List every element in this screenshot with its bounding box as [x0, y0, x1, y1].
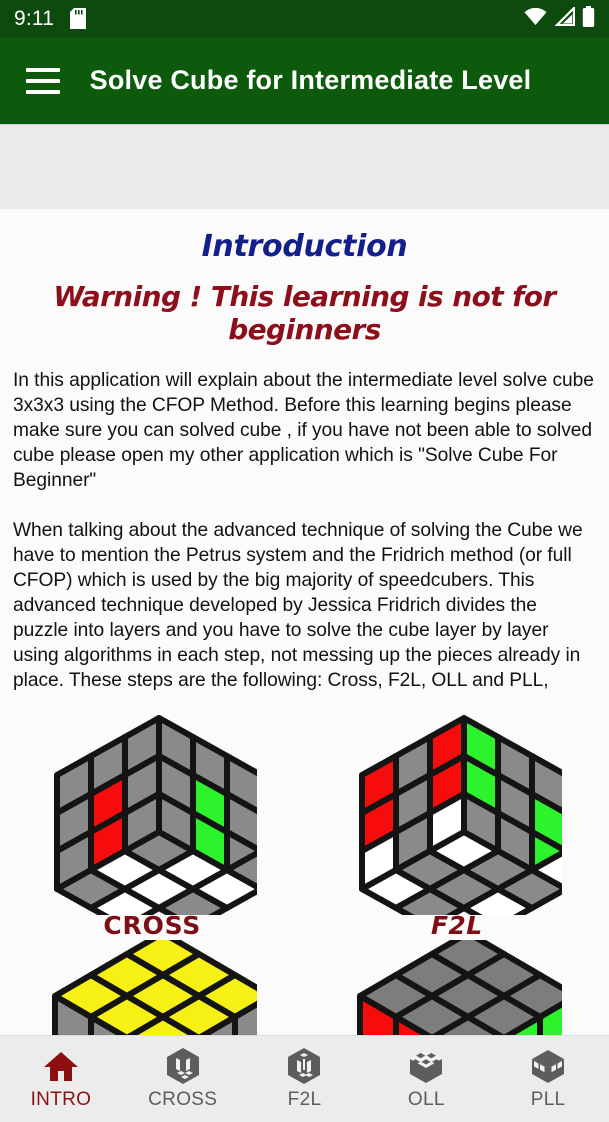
cube-cell-pll: [308, 940, 605, 1035]
nav-label-cross: CROSS: [148, 1089, 218, 1110]
ad-banner-placeholder[interactable]: [0, 124, 609, 209]
hamburger-menu-icon[interactable]: [26, 67, 60, 94]
sd-card-icon: [70, 8, 87, 29]
nav-label-f2l: F2L: [287, 1089, 322, 1110]
cube-f2l-image: [358, 715, 562, 915]
cube-hex-f2l-icon: [286, 1047, 322, 1085]
nav-item-f2l[interactable]: F2L: [244, 1036, 366, 1122]
nav-label-pll: PLL: [530, 1089, 566, 1110]
cube-solid-oll-icon: [407, 1047, 445, 1085]
home-icon: [43, 1047, 79, 1085]
nav-item-oll[interactable]: OLL: [365, 1036, 487, 1122]
cube-caption-cross: CROSS: [103, 911, 202, 940]
status-indicators: [524, 4, 595, 32]
cube-oll-image: [52, 940, 258, 1035]
signal-icon: [554, 4, 576, 31]
app-bar: Solve Cube for Intermediate Level: [0, 37, 609, 124]
nav-item-intro[interactable]: INTRO: [0, 1036, 122, 1122]
app-screen: 9:11 Solve Cube for Intermediate Level I…: [0, 0, 609, 1122]
content-scroll-area[interactable]: Introduction Warning ! This learning is …: [0, 209, 609, 1035]
cube-solid-pll-icon: [529, 1047, 567, 1085]
bottom-navigation-bar: INTRO CROSS F2L OLL PLL: [0, 1035, 609, 1122]
battery-icon: [582, 5, 595, 32]
nav-item-cross[interactable]: CROSS: [122, 1036, 244, 1122]
cube-cell-oll: [4, 940, 301, 1035]
section-heading: Introduction: [201, 229, 408, 264]
warning-heading: Warning ! This learning is not for begin…: [53, 280, 556, 346]
cube-cross-image: [54, 715, 258, 915]
cube-pll-image: [356, 940, 562, 1035]
nav-label-intro: INTRO: [30, 1089, 92, 1110]
intro-paragraph-1: In this application will explain about t…: [13, 370, 594, 491]
nav-label-oll: OLL: [407, 1089, 445, 1110]
status-time: 9:11: [14, 6, 55, 30]
status-bar: 9:11: [0, 0, 609, 37]
page-title: Solve Cube for Intermediate Level: [89, 65, 532, 95]
cube-cell-f2l: F2L: [308, 715, 605, 940]
wifi-icon: [524, 7, 547, 31]
cube-cell-cross: CROSS: [4, 715, 301, 940]
nav-item-pll[interactable]: PLL: [487, 1036, 609, 1122]
cube-hex-cross-icon: [165, 1047, 201, 1085]
intro-paragraph-2: When talking about the advanced techniqu…: [13, 520, 583, 691]
cube-caption-f2l: F2L: [430, 911, 483, 940]
cube-illustration-grid: CROSS F2L: [0, 715, 609, 1035]
